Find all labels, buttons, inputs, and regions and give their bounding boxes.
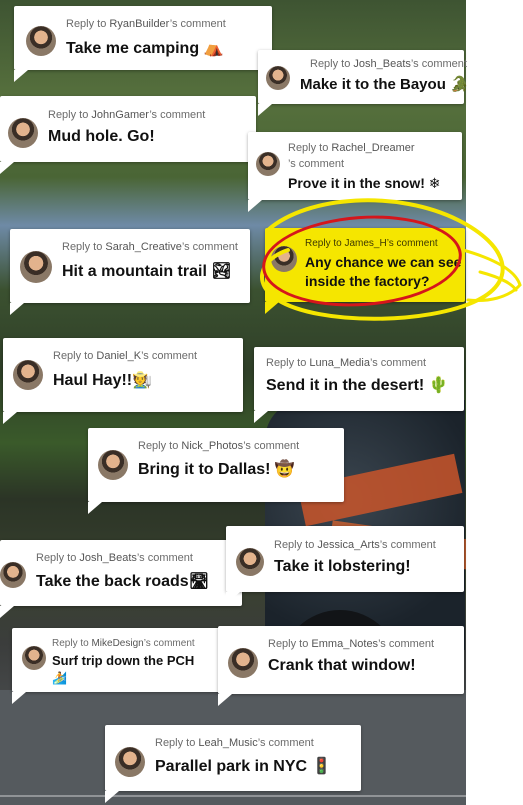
user-avatar[interactable] bbox=[8, 118, 38, 148]
reply-label: Reply to MikeDesign’s comment bbox=[52, 638, 195, 649]
reply-label: Reply to Leah_Music’s comment bbox=[155, 737, 314, 749]
reply-label: Reply to Jessica_Arts’s comment bbox=[274, 539, 436, 551]
comment-text: Mud hole. Go! bbox=[48, 128, 155, 145]
reply-username[interactable]: Rachel_Dreamer bbox=[331, 142, 414, 154]
user-avatar[interactable] bbox=[115, 747, 145, 777]
user-avatar[interactable] bbox=[98, 450, 128, 480]
comment-text: Haul Hay!!🧑‍🌾 bbox=[53, 372, 153, 389]
reply-label: Reply to Rachel_Dreamer bbox=[288, 142, 415, 154]
comment-text-line1: Surf trip down the PCH bbox=[52, 653, 195, 668]
reply-label: Reply to Emma_Notes’s comment bbox=[268, 638, 435, 650]
reply-label: Reply to RyanBuilder’s comment bbox=[66, 18, 226, 30]
reply-label-suffix: ’s comment bbox=[288, 158, 345, 170]
reply-label: Reply to Daniel_K’s comment bbox=[53, 350, 198, 362]
reply-label: Reply to Luna_Media’s comment bbox=[266, 357, 427, 369]
reply-username[interactable]: Nick_Photos bbox=[181, 440, 243, 452]
reply-comment-card[interactable]: Reply to Luna_Media’s comment Send it in… bbox=[254, 347, 464, 423]
user-avatar[interactable] bbox=[266, 66, 290, 90]
reply-label: Reply to Sarah_Creative’s comment bbox=[62, 241, 238, 253]
reply-username[interactable]: Josh_Beats bbox=[79, 552, 136, 564]
reply-label: Reply to Nick_Photos’s comment bbox=[138, 440, 300, 452]
reply-comment-card[interactable]: Reply to MikeDesign’s comment Surf trip … bbox=[12, 628, 232, 704]
reply-username[interactable]: RyanBuilder bbox=[109, 18, 169, 30]
reply-label: Reply to Josh_Beats’s comment bbox=[310, 58, 467, 70]
video-progress-bar[interactable] bbox=[0, 795, 466, 797]
user-avatar[interactable] bbox=[0, 562, 26, 588]
reply-username[interactable]: Luna_Media bbox=[309, 357, 370, 369]
comment-text: Crank that window! bbox=[268, 657, 416, 674]
reply-comment-card[interactable]: Reply to Josh_Beats’s comment Take the b… bbox=[0, 540, 242, 618]
reply-comment-card[interactable]: Reply to Jessica_Arts’s comment Take it … bbox=[226, 526, 464, 604]
reply-comment-card[interactable]: Reply to Josh_Beats’s comment Make it to… bbox=[258, 50, 469, 116]
reply-comment-card[interactable]: Reply to Sarah_Creative’s comment Hit a … bbox=[10, 229, 250, 315]
comment-text: Make it to the Bayou 🐊 bbox=[300, 76, 469, 93]
reply-username[interactable]: Josh_Beats bbox=[353, 58, 410, 70]
user-avatar[interactable] bbox=[26, 26, 56, 56]
reply-username[interactable]: Daniel_K bbox=[96, 350, 141, 362]
reply-comment-card[interactable]: Reply to Rachel_Dreamer ’s comment Prove… bbox=[248, 132, 462, 212]
user-avatar[interactable] bbox=[20, 251, 52, 283]
comment-text-line2: 🏄 bbox=[52, 671, 67, 685]
reply-username[interactable]: Leah_Music bbox=[198, 737, 257, 749]
comment-text: Send it in the desert! 🌵 bbox=[266, 377, 449, 394]
comment-text: Bring it to Dallas! 🤠 bbox=[138, 461, 295, 478]
reply-comment-card[interactable]: Reply to JohnGamer’s comment Mud hole. G… bbox=[0, 96, 256, 174]
reply-username[interactable]: JohnGamer bbox=[91, 109, 149, 121]
comment-text: Prove it in the snow! ❄ bbox=[288, 175, 441, 191]
comment-text: Take the back roads🛣 bbox=[36, 573, 209, 590]
reply-comment-card[interactable]: Reply to Emma_Notes’s comment Crank that… bbox=[218, 626, 464, 706]
comment-text: Take it lobstering! bbox=[274, 558, 411, 575]
reply-username[interactable]: MikeDesign bbox=[91, 638, 143, 649]
user-avatar[interactable] bbox=[13, 360, 43, 390]
user-avatar[interactable] bbox=[228, 648, 258, 678]
reply-username[interactable]: Sarah_Creative bbox=[105, 241, 181, 253]
comment-text: Parallel park in NYC 🚦 bbox=[155, 758, 332, 775]
reply-comment-card[interactable]: Reply to Leah_Music’s comment Parallel p… bbox=[105, 725, 361, 803]
user-avatar[interactable] bbox=[256, 152, 280, 176]
comment-text: Take me camping ⛺ bbox=[66, 40, 224, 57]
reply-username[interactable]: Jessica_Arts bbox=[317, 539, 379, 551]
reply-comment-card[interactable]: Reply to RyanBuilder’s comment Take me c… bbox=[14, 6, 272, 82]
reply-comment-card[interactable]: Reply to Nick_Photos’s comment Bring it … bbox=[88, 428, 344, 514]
reply-label: Reply to Josh_Beats’s comment bbox=[36, 552, 193, 564]
reply-label: Reply to JohnGamer’s comment bbox=[48, 109, 206, 121]
user-avatar[interactable] bbox=[236, 548, 264, 576]
reply-comment-card[interactable]: Reply to Daniel_K’s comment Haul Hay!!🧑‍… bbox=[3, 338, 243, 424]
reply-username[interactable]: Emma_Notes bbox=[311, 638, 378, 650]
user-avatar[interactable] bbox=[22, 646, 46, 670]
comment-text: Hit a mountain trail 🏞 bbox=[62, 263, 232, 280]
page-margin bbox=[466, 0, 523, 805]
